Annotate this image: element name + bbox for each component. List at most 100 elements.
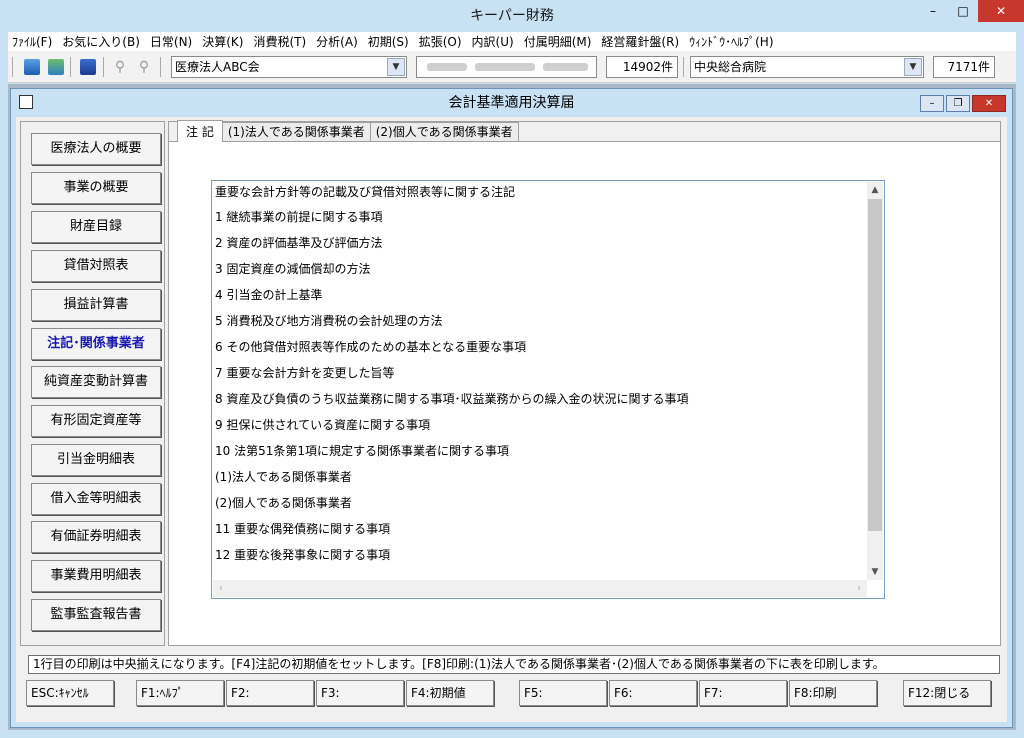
menu-initial[interactable]: 初期(S) (368, 33, 409, 50)
esc-cancel-button[interactable]: ESC:ｷｬﾝｾﾙ (26, 680, 114, 706)
search-icon[interactable]: ⚲ (136, 59, 152, 75)
tab-notes[interactable]: 注 記 (177, 120, 223, 142)
f5-button[interactable]: F5: (519, 680, 607, 706)
nav-business-overview[interactable]: 事業の概要 (31, 172, 161, 204)
f6-button[interactable]: F6: (609, 680, 697, 706)
search-icon[interactable]: ⚲ (112, 59, 128, 75)
toolbar-separator (683, 57, 684, 77)
nav-balance-sheet[interactable]: 貸借対照表 (31, 250, 161, 282)
form-icon[interactable] (19, 95, 33, 109)
window-title: キーパー財務 (470, 8, 554, 24)
facility-select[interactable]: 中央総合病院 ▼ (690, 56, 924, 78)
redaction (543, 63, 588, 71)
close-icon[interactable]: ✕ (978, 0, 1024, 22)
f8-print-button[interactable]: F8:印刷 (789, 680, 877, 706)
menu-analysis[interactable]: 分析(A) (316, 33, 358, 50)
nav-property-inventory[interactable]: 財産目録 (31, 211, 161, 243)
nav-income-statement[interactable]: 損益計算書 (31, 289, 161, 321)
status-message: 1行目の印刷は中央揃えになります。[F4]注記の初期値をセットします。[F8]印… (28, 655, 1000, 674)
menu-bar: ﾌｧｲﾙ(F) お気に入り(B) 日常(N) 決算(K) 消費税(T) 分析(A… (8, 32, 1016, 51)
company-count: 14902件 (606, 56, 678, 78)
chevron-down-icon[interactable]: ▼ (387, 58, 405, 76)
note-line: 4 引当金の計上基準 (215, 288, 323, 302)
mdi-area: 会計基準適用決算届 – ❐ ✕ 医療法人の概要 事業の概要 財産目録 貸借対照表… (8, 84, 1016, 730)
child-window-title: 会計基準適用決算届 (448, 95, 575, 111)
content-pane: 注 記 (1)法人である関係事業者 (2)個人である関係事業者 重要な会計方針等… (168, 120, 1001, 646)
f12-close-button[interactable]: F12:閉じる (903, 680, 991, 706)
note-line: 9 担保に供されている資産に関する事項 (215, 418, 431, 432)
menu-attached-details[interactable]: 付属明細(M) (524, 33, 592, 50)
menu-management-compass[interactable]: 経営羅針盤(R) (601, 33, 679, 50)
chevron-right-icon[interactable]: › (851, 580, 867, 597)
f3-button[interactable]: F3: (316, 680, 404, 706)
tab-corporate-related-parties[interactable]: (1)法人である関係事業者 (221, 122, 371, 142)
window-controls: – □ ✕ (918, 0, 1024, 22)
function-key-bar: ESC:ｷｬﾝｾﾙ F1:ﾍﾙﾌﾟ F2: F3: F4:初期値 F5: F6:… (26, 680, 1002, 707)
company-select[interactable]: 医療法人ABC会 ▼ (171, 56, 407, 78)
menu-file[interactable]: ﾌｧｲﾙ(F) (12, 33, 52, 50)
child-window-controls: – ❐ ✕ (920, 95, 1006, 112)
nav-borrowings-details[interactable]: 借入金等明細表 (31, 483, 161, 515)
nav-securities-details[interactable]: 有価証券明細表 (31, 521, 161, 553)
note-line: 2 資産の評価基準及び評価方法 (215, 236, 383, 250)
monitor-icon[interactable] (24, 59, 40, 75)
refresh-icon[interactable] (48, 59, 64, 75)
nav-allowance-details[interactable]: 引当金明細表 (31, 444, 161, 476)
chevron-left-icon[interactable]: ‹ (213, 580, 229, 597)
redacted-field (416, 56, 597, 78)
menu-extension[interactable]: 拡張(O) (419, 33, 462, 50)
scroll-thumb[interactable] (868, 199, 882, 531)
restore-icon[interactable]: ❐ (946, 95, 970, 112)
menu-consumption-tax[interactable]: 消費税(T) (253, 33, 306, 50)
redaction (427, 63, 467, 71)
f4-initial-value-button[interactable]: F4:初期値 (406, 680, 494, 706)
menu-window-help[interactable]: ｳｨﾝﾄﾞｳ･ﾍﾙﾌﾟ(H) (689, 33, 773, 50)
menu-favorites[interactable]: お気に入り(B) (62, 33, 140, 50)
f7-button[interactable]: F7: (699, 680, 787, 706)
horizontal-scrollbar[interactable]: ‹ › (213, 580, 867, 597)
chevron-down-icon[interactable]: ▼ (904, 58, 922, 76)
f1-help-button[interactable]: F1:ﾍﾙﾌﾟ (136, 680, 224, 706)
note-line: 3 固定資産の減価償却の方法 (215, 262, 371, 276)
note-line: 5 消費税及び地方消費税の会計処理の方法 (215, 314, 443, 328)
toolbar-separator (160, 57, 161, 77)
note-line: 10 法第51条第1項に規定する関係事業者に関する事項 (215, 444, 509, 458)
facility-count: 7171件 (933, 56, 995, 78)
note-line: 7 重要な会計方針を変更した旨等 (215, 366, 395, 380)
client-area: 医療法人の概要 事業の概要 財産目録 貸借対照表 損益計算書 注記･関係事業者 … (16, 117, 1007, 722)
tab-individual-related-parties[interactable]: (2)個人である関係事業者 (369, 122, 519, 142)
window-icon[interactable] (80, 59, 96, 75)
window-titlebar: キーパー財務 – □ ✕ (0, 0, 1024, 32)
menu-breakdown[interactable]: 内訳(U) (472, 33, 514, 50)
toolbar-separator (103, 57, 104, 77)
nav-net-assets-changes[interactable]: 純資産変動計算書 (31, 366, 161, 398)
note-line: 6 その他貸借対照表等作成のための基本となる重要な事項 (215, 340, 527, 354)
note-line: 12 重要な後発事象に関する事項 (215, 548, 391, 562)
maximize-icon[interactable]: □ (948, 0, 978, 22)
nav-notes-related-parties[interactable]: 注記･関係事業者 (31, 328, 161, 360)
note-line: (2)個人である関係事業者 (215, 496, 352, 510)
facility-name: 中央総合病院 (694, 60, 767, 74)
note-line: 11 重要な偶発債務に関する事項 (215, 522, 391, 536)
f2-button[interactable]: F2: (226, 680, 314, 706)
tab-strip: 注 記 (1)法人である関係事業者 (2)個人である関係事業者 (177, 120, 519, 142)
toolbar: ⚲ ⚲ 医療法人ABC会 ▼ 14902件 中央総合病院 ▼ 7171件 (8, 51, 1016, 83)
nav-audit-report[interactable]: 監事監査報告書 (31, 599, 161, 631)
side-nav: 医療法人の概要 事業の概要 財産目録 貸借対照表 損益計算書 注記･関係事業者 … (20, 121, 165, 646)
chevron-down-icon[interactable]: ▼ (867, 564, 883, 580)
close-icon[interactable]: ✕ (972, 95, 1006, 112)
menu-closing[interactable]: 決算(K) (202, 33, 243, 50)
notes-textarea[interactable]: 重要な会計方針等の記載及び貸借対照表等に関する注記 1 継続事業の前提に関する事… (211, 180, 885, 599)
minimize-icon[interactable]: – (918, 0, 948, 22)
tab-panel: 重要な会計方針等の記載及び貸借対照表等に関する注記 1 継続事業の前提に関する事… (169, 141, 1000, 645)
nav-tangible-fixed-assets[interactable]: 有形固定資産等 (31, 405, 161, 437)
minimize-icon[interactable]: – (920, 95, 944, 112)
note-line: (1)法人である関係事業者 (215, 470, 352, 484)
menu-daily[interactable]: 日常(N) (150, 33, 192, 50)
nav-business-expenses-details[interactable]: 事業費用明細表 (31, 560, 161, 592)
vertical-scrollbar[interactable]: ▲ ▼ (867, 182, 883, 580)
child-window: 会計基準適用決算届 – ❐ ✕ 医療法人の概要 事業の概要 財産目録 貸借対照表… (10, 88, 1013, 728)
company-name: 医療法人ABC会 (175, 60, 260, 74)
chevron-up-icon[interactable]: ▲ (867, 182, 883, 198)
nav-corporation-overview[interactable]: 医療法人の概要 (31, 133, 161, 165)
